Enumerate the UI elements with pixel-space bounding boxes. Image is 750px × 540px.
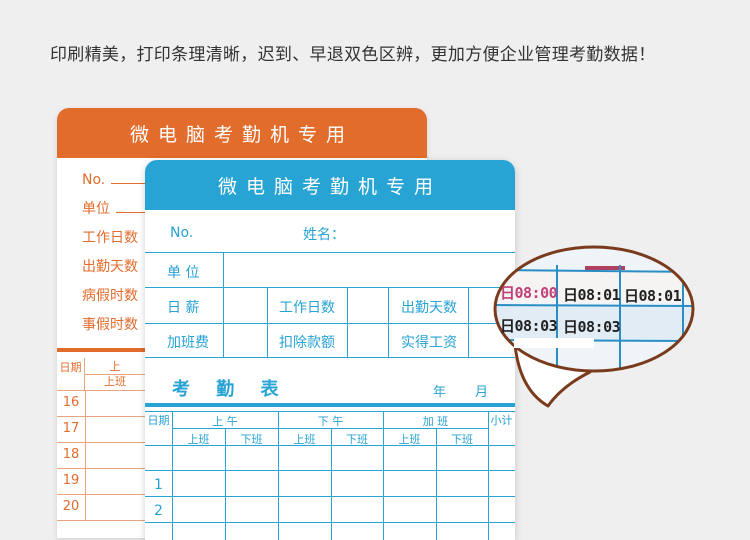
blue-overtime-label: 加班费 xyxy=(167,335,209,351)
punch-time: 日08:03 xyxy=(563,318,621,336)
grid-line xyxy=(145,496,515,497)
blue-actual-label: 实得工资 xyxy=(401,335,457,351)
grid-line xyxy=(145,522,515,523)
grid-line xyxy=(468,287,469,357)
orange-header-in: 上班 xyxy=(104,375,126,388)
header-overtime-out: 下班 xyxy=(451,433,473,446)
header-total: 小计 xyxy=(490,414,513,427)
punch-time: 日08:03 xyxy=(500,317,558,335)
grid-line xyxy=(488,411,489,540)
grid-line xyxy=(145,470,515,471)
grid-line xyxy=(145,357,515,358)
row-number: 2 xyxy=(154,503,163,519)
grid-line xyxy=(145,411,515,412)
grid-line xyxy=(145,287,515,288)
punch-time-late: 日08:00 xyxy=(500,284,558,302)
header-morning-out: 下班 xyxy=(240,433,263,446)
header-afternoon-out: 下班 xyxy=(346,433,368,446)
orange-table-row: 19 xyxy=(57,468,147,495)
orange-table-row: 18 xyxy=(57,442,147,469)
bubble-tail xyxy=(513,343,592,408)
header-day: 日期 xyxy=(147,414,170,427)
orange-table-row: 16 xyxy=(57,390,147,417)
orange-header-day: 日期 xyxy=(57,358,85,390)
blue-no-label: No. xyxy=(170,225,194,241)
sheet-title: 考 勤 表 xyxy=(172,379,289,400)
header-morning-in: 上班 xyxy=(187,433,210,446)
header-morning: 上 午 xyxy=(212,415,238,428)
row-number: 1 xyxy=(154,477,163,493)
year-label: 年 xyxy=(433,385,447,400)
orange-table-row: 17 xyxy=(57,416,147,443)
blue-deduction-label: 扣除款额 xyxy=(279,335,335,351)
headline: 印刷精美，打印条理清晰，迟到、早退双色区辨，更加方便企业管理考勤数据！ xyxy=(50,45,656,65)
table-top-border xyxy=(145,403,515,407)
grid-line xyxy=(145,252,515,253)
grid-line xyxy=(223,252,224,357)
punch-time: 日08:01 xyxy=(563,286,621,304)
grid-line xyxy=(388,287,389,357)
blue-name-label: 姓名： xyxy=(303,227,345,243)
blue-unit-label: 单 位 xyxy=(167,265,200,281)
header-afternoon-in: 上班 xyxy=(293,433,316,446)
grid-line xyxy=(267,287,268,357)
blue-attendance-label: 出勤天数 xyxy=(401,300,457,316)
punch-time: 日08:01 xyxy=(624,287,682,305)
header-afternoon: 下 午 xyxy=(317,415,344,428)
grid-line xyxy=(347,287,348,357)
orange-table-header: 日期 上 上班 xyxy=(57,358,147,391)
orange-table-row: 20 xyxy=(57,494,147,521)
blue-timecard: 微电脑考勤机专用 No. 姓名： 单 位 日 薪 工作日数 出勤天数 加班费 扣… xyxy=(145,160,515,540)
bubble-border xyxy=(493,245,695,373)
header-overtime: 加 班 xyxy=(422,415,449,428)
blue-workdays-label: 工作日数 xyxy=(279,300,335,316)
month-label: 月 xyxy=(475,385,489,400)
header-overtime-in: 上班 xyxy=(398,433,421,446)
blue-card-title: 微电脑考勤机专用 xyxy=(145,160,515,210)
grid-line xyxy=(145,323,515,324)
orange-card-title: 微电脑考勤机专用 xyxy=(57,108,427,158)
orange-header-morning: 上 xyxy=(85,358,145,375)
blue-salary-label: 日 薪 xyxy=(167,300,200,316)
